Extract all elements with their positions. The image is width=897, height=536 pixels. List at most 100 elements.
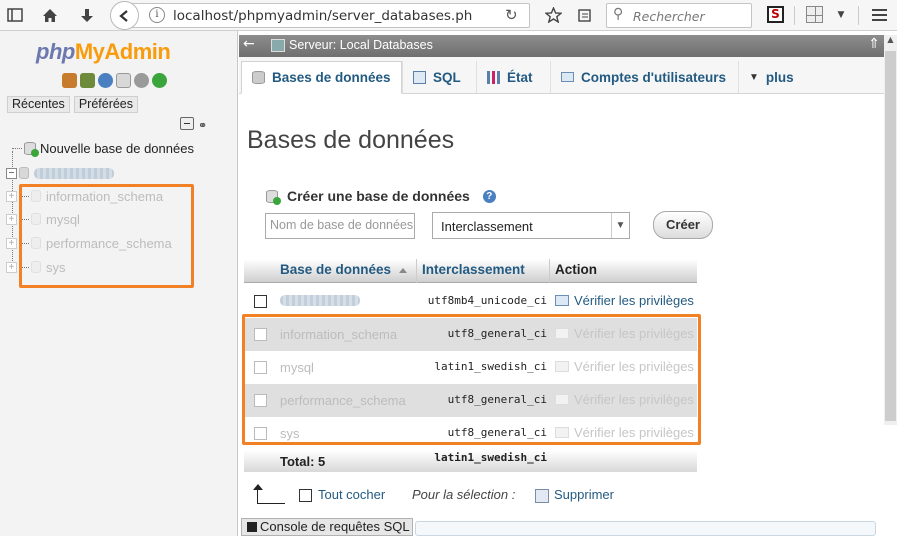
- phpmyadmin-logo[interactable]: phpMyAdmin: [36, 39, 171, 65]
- table-footer: Total: 5 latin1_swedish_ci: [244, 450, 697, 472]
- tab-label: SQL: [433, 69, 461, 85]
- highlight-box: [19, 184, 194, 288]
- delete-link[interactable]: Supprimer: [554, 487, 614, 502]
- column-divider: [416, 259, 417, 283]
- refresh-icon[interactable]: [152, 73, 167, 88]
- column-header-action: Action: [555, 262, 597, 277]
- help-icon[interactable]: ?: [482, 189, 496, 203]
- scroll-thumb[interactable]: [885, 51, 896, 421]
- action-label: Vérifier les privilèges: [574, 293, 694, 308]
- dropdown-arrow-icon: ▼: [749, 71, 759, 83]
- collation-select[interactable]: Interclassement ▼: [432, 212, 630, 239]
- scroll-up-icon[interactable]: ▲: [884, 35, 897, 50]
- check-all-link[interactable]: Tout cocher: [318, 487, 385, 502]
- tab-more[interactable]: ▼ plus: [738, 61, 804, 93]
- tab-status[interactable]: État: [476, 61, 543, 93]
- tab-favorites[interactable]: Préférées: [73, 96, 139, 113]
- redacted-database-name: [34, 167, 114, 179]
- redacted-database-name: [280, 295, 360, 306]
- tab-label: État: [507, 69, 533, 85]
- logo-my: My: [74, 39, 105, 64]
- menu-icon[interactable]: [866, 3, 892, 27]
- expand-icon[interactable]: +: [6, 190, 17, 202]
- docs-icon[interactable]: [116, 73, 131, 88]
- table-header: Base de données Interclassement Action: [244, 259, 697, 283]
- highlight-box: [242, 314, 701, 445]
- total-collation: latin1_swedish_ci: [434, 451, 547, 464]
- collapse-all-icon[interactable]: [180, 117, 194, 130]
- sidebar-toggle-icon[interactable]: [2, 3, 28, 27]
- logo-php: php: [36, 39, 75, 64]
- home-icon[interactable]: [62, 73, 77, 88]
- console-icon: [247, 522, 257, 532]
- delete-icon[interactable]: [535, 489, 549, 503]
- gear-icon[interactable]: [134, 73, 149, 88]
- back-button[interactable]: [110, 1, 139, 30]
- logout-icon[interactable]: [80, 73, 95, 88]
- create-button[interactable]: Créer: [653, 211, 713, 239]
- tab-label: Bases de données: [272, 70, 391, 85]
- server-icon: [271, 39, 285, 52]
- bookmark-star-icon[interactable]: [540, 3, 566, 27]
- status-icon: [487, 70, 500, 84]
- collapse-up-icon[interactable]: ⇑: [868, 36, 880, 52]
- main-panel: ← Serveur: Local Databases ⇑ ▲ Bases de …: [239, 31, 897, 536]
- database-name-input[interactable]: Nom de base de données: [265, 213, 415, 239]
- collation-cell: utf8mb4_unicode_ci: [427, 294, 547, 307]
- back-arrow-icon[interactable]: ←: [243, 36, 255, 52]
- tab-recent[interactable]: Récentes: [7, 96, 70, 113]
- browser-window: i localhost/phpmyadmin/server_databases.…: [0, 0, 897, 536]
- collapse-icon[interactable]: −: [6, 167, 17, 179]
- home-icon[interactable]: [37, 3, 63, 27]
- url-text: localhost/phpmyadmin/server_databases.ph…: [173, 8, 473, 24]
- column-header-collation[interactable]: Interclassement: [422, 262, 525, 277]
- chevron-down-icon[interactable]: ▼: [828, 3, 854, 27]
- column-header-database[interactable]: Base de données: [280, 262, 408, 277]
- top-menu: Bases de données SQL État Comptes d'util…: [239, 57, 884, 94]
- collation-value: Interclassement: [441, 219, 533, 234]
- server-breadcrumb[interactable]: Serveur: Local Databases: [289, 38, 433, 52]
- reading-list-icon[interactable]: [571, 3, 597, 27]
- toolbar-separator: [858, 6, 859, 25]
- database-icon: [19, 167, 29, 179]
- url-bar[interactable]: i localhost/phpmyadmin/server_databases.…: [122, 3, 530, 28]
- new-database-label: Nouvelle base de données: [40, 140, 194, 156]
- expand-icon[interactable]: +: [6, 213, 17, 225]
- help-icon[interactable]: [98, 73, 113, 88]
- chevron-down-icon[interactable]: ▼: [611, 213, 629, 238]
- header-label: Base de données: [280, 262, 392, 277]
- tab-databases[interactable]: Bases de données: [241, 61, 402, 94]
- selection-actions: Tout cocher Pour la sélection : Supprime…: [253, 484, 657, 510]
- row-checkbox[interactable]: [254, 295, 267, 308]
- tab-user-accounts[interactable]: Comptes d'utilisateurs: [550, 61, 736, 93]
- tab-label: Comptes d'utilisateurs: [581, 69, 726, 85]
- search-icon: ⚲: [613, 6, 624, 22]
- extension-s-icon[interactable]: S: [767, 6, 784, 23]
- scrollbar[interactable]: ▲: [884, 35, 897, 425]
- tree-item-redacted[interactable]: −: [6, 164, 114, 182]
- expand-icon[interactable]: +: [6, 237, 17, 249]
- console-label: Console de requêtes SQL: [260, 519, 410, 534]
- for-selection-label: Pour la sélection :: [412, 487, 516, 502]
- create-database-label: Créer une base de données: [287, 188, 470, 204]
- check-all-checkbox[interactable]: [299, 489, 312, 502]
- logo-admin: Admin: [104, 39, 171, 64]
- expand-icon[interactable]: +: [6, 261, 17, 273]
- page-title: Bases de données: [247, 126, 455, 154]
- navigation-panel: phpMyAdmin Récentes Préférées ⚭ Nouvelle…: [0, 31, 238, 536]
- database-name-cell[interactable]: [280, 294, 360, 309]
- tab-sql[interactable]: SQL: [402, 61, 471, 93]
- reload-icon[interactable]: ↻: [505, 6, 518, 24]
- sql-console-tab[interactable]: Console de requêtes SQL: [241, 518, 413, 536]
- create-database-heading: Créer une base de données ?: [266, 188, 496, 205]
- download-icon[interactable]: [74, 3, 100, 27]
- nav-tabs: Récentes Préférées: [7, 96, 139, 113]
- extension-grid-icon[interactable]: [806, 6, 823, 23]
- tab-label: plus: [765, 69, 794, 85]
- browser-toolbar: i localhost/phpmyadmin/server_databases.…: [0, 0, 897, 31]
- check-privileges-link[interactable]: Vérifier les privilèges: [555, 293, 694, 308]
- info-icon[interactable]: i: [149, 7, 165, 23]
- search-field[interactable]: ⚲ Rechercher: [606, 3, 752, 28]
- new-database-item[interactable]: Nouvelle base de données: [12, 139, 194, 157]
- users-icon: [561, 72, 574, 82]
